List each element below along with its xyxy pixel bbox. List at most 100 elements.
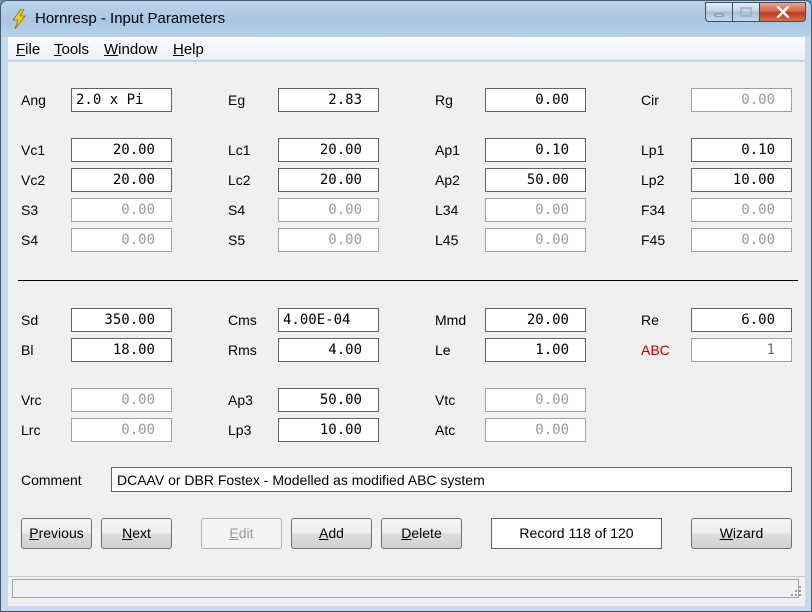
field-l34: 0.00 xyxy=(485,198,586,222)
field-lc2[interactable]: 20.00 xyxy=(278,168,379,192)
label-lc2: Lc2 xyxy=(228,172,251,188)
menu-tools-accel: T xyxy=(54,41,62,58)
field-vc1[interactable]: 20.00 xyxy=(71,138,172,162)
resize-grip-icon[interactable] xyxy=(790,585,802,597)
label-ap1: Ap1 xyxy=(435,142,460,158)
label-vrc: Vrc xyxy=(21,392,42,408)
window-title: Hornresp - Input Parameters xyxy=(35,10,226,27)
wizard-accel: W xyxy=(719,525,733,541)
add-accel: A xyxy=(319,525,329,541)
delete-accel: D xyxy=(401,525,412,541)
menu-bar: File Tools Window Help xyxy=(8,37,805,61)
field-ap2[interactable]: 50.00 xyxy=(485,168,586,192)
wizard-label: izard xyxy=(732,525,764,541)
field-le[interactable]: 1.00 xyxy=(485,338,586,362)
field-s5: 0.00 xyxy=(278,228,379,252)
label-f34: F34 xyxy=(641,202,666,218)
field-eg[interactable]: 2.83 xyxy=(278,88,379,112)
label-sd: Sd xyxy=(21,312,39,328)
maximize-button[interactable] xyxy=(732,2,759,22)
field-cir: 0.00 xyxy=(691,88,792,112)
menu-window-accel: W xyxy=(104,41,119,58)
label-f45: F45 xyxy=(641,232,666,248)
menu-help[interactable]: Help xyxy=(173,41,204,58)
label-l45: L45 xyxy=(435,232,459,248)
field-f45: 0.00 xyxy=(691,228,792,252)
input-parameters-panel: Ang 2.0 x Pi Eg 2.83 Rg 0.00 Cir 0.00 Vc… xyxy=(8,62,805,606)
label-lp3: Lp3 xyxy=(228,422,252,438)
delete-button[interactable]: Delete xyxy=(381,518,462,549)
label-abc: ABC xyxy=(641,342,670,358)
edit-button: Edit xyxy=(201,518,282,549)
field-s3: 0.00 xyxy=(71,198,172,222)
field-rms[interactable]: 4.00 xyxy=(278,338,379,362)
label-ang: Ang xyxy=(21,92,46,108)
label-lrc: Lrc xyxy=(21,422,41,438)
minimize-button[interactable] xyxy=(705,2,732,22)
field-rg[interactable]: 0.00 xyxy=(485,88,586,112)
close-button[interactable] xyxy=(759,2,806,22)
window-controls xyxy=(705,2,806,22)
field-ang[interactable]: 2.0 x Pi xyxy=(71,88,172,112)
field-lp2[interactable]: 10.00 xyxy=(691,168,792,192)
label-vc2: Vc2 xyxy=(21,172,46,188)
record-counter: Record 118 of 120 xyxy=(491,518,662,549)
menu-window[interactable]: Window xyxy=(104,41,157,58)
label-re: Re xyxy=(641,312,659,328)
comment-field[interactable]: DCAAV or DBR Fostex - Modelled as modifi… xyxy=(111,467,792,492)
label-s5: S5 xyxy=(228,232,246,248)
app-window: Hornresp - Input Parameters File Tools W… xyxy=(0,0,812,612)
menu-help-accel: H xyxy=(173,41,184,58)
field-s4-second: 0.00 xyxy=(71,228,172,252)
label-cir: Cir xyxy=(641,92,659,108)
label-bl: Bl xyxy=(21,342,34,358)
menu-file-accel: F xyxy=(16,41,26,58)
edit-accel: E xyxy=(229,525,239,541)
label-lc1: Lc1 xyxy=(228,142,251,158)
label-mmd: Mmd xyxy=(435,312,467,328)
field-re[interactable]: 6.00 xyxy=(691,308,792,332)
add-button[interactable]: Add xyxy=(291,518,372,549)
label-s3: S3 xyxy=(21,202,39,218)
next-accel: N xyxy=(122,525,133,541)
field-lp3[interactable]: 10.00 xyxy=(278,418,379,442)
previous-accel: P xyxy=(29,525,39,541)
label-atc: Atc xyxy=(435,422,456,438)
section-divider xyxy=(18,280,798,281)
status-panel xyxy=(12,579,799,598)
label-ap2: Ap2 xyxy=(435,172,460,188)
field-vc2[interactable]: 20.00 xyxy=(71,168,172,192)
field-f34: 0.00 xyxy=(691,198,792,222)
field-bl[interactable]: 18.00 xyxy=(71,338,172,362)
status-bar xyxy=(8,576,805,600)
delete-label: elete xyxy=(411,525,442,541)
maximize-icon xyxy=(740,7,752,17)
menu-file-label: ile xyxy=(25,41,41,58)
next-button[interactable]: Next xyxy=(101,518,172,549)
field-l45: 0.00 xyxy=(485,228,586,252)
field-ap3[interactable]: 50.00 xyxy=(278,388,379,412)
title-bar[interactable]: Hornresp - Input Parameters xyxy=(1,1,811,37)
previous-label: revious xyxy=(38,525,84,541)
field-sd[interactable]: 350.00 xyxy=(71,308,172,332)
menu-file[interactable]: File xyxy=(16,41,40,58)
edit-label: dit xyxy=(238,525,254,541)
previous-button[interactable]: Previous xyxy=(21,518,92,549)
wizard-button[interactable]: Wizard xyxy=(691,518,792,549)
menu-tools[interactable]: Tools xyxy=(54,41,89,58)
label-vc1: Vc1 xyxy=(21,142,46,158)
field-lp1[interactable]: 0.10 xyxy=(691,138,792,162)
field-mmd[interactable]: 20.00 xyxy=(485,308,586,332)
field-ap1[interactable]: 0.10 xyxy=(485,138,586,162)
field-lc1[interactable]: 20.00 xyxy=(278,138,379,162)
field-atc: 0.00 xyxy=(485,418,586,442)
field-cms[interactable]: 4.00E-04 xyxy=(278,308,379,332)
label-vtc: Vtc xyxy=(435,392,456,408)
label-cms: Cms xyxy=(228,312,257,328)
field-s4: 0.00 xyxy=(278,198,379,222)
label-l34: L34 xyxy=(435,202,459,218)
add-label: dd xyxy=(328,525,344,541)
field-vtc: 0.00 xyxy=(485,388,586,412)
label-ap3: Ap3 xyxy=(228,392,253,408)
menu-tools-label: ools xyxy=(61,41,90,58)
